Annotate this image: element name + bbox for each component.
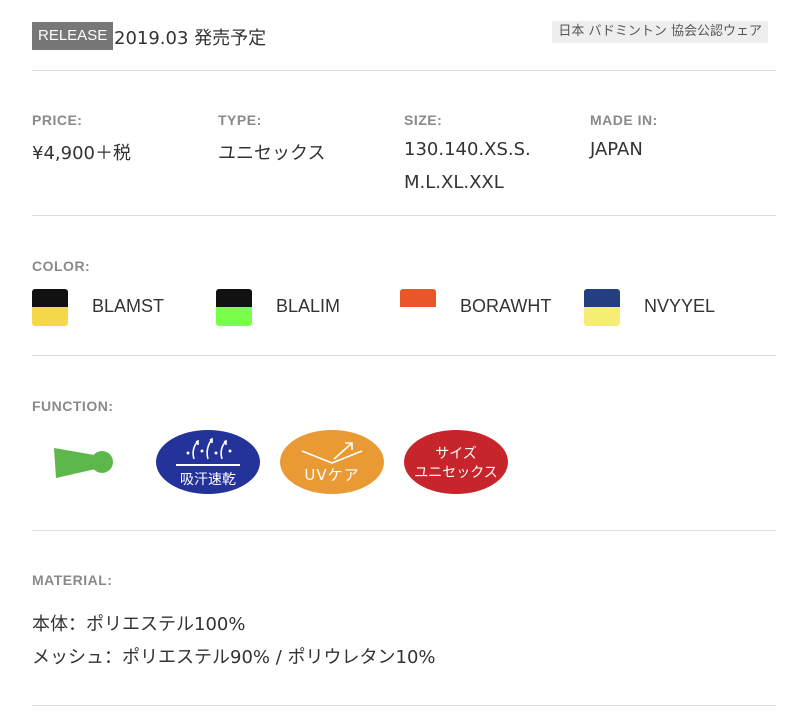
swatch-top [216, 289, 252, 307]
color-swatch-borawht[interactable] [400, 289, 436, 326]
official-certification-tag: 日本 バドミントン 協会公認ウェア [552, 21, 768, 43]
material-label: MATERIAL: [32, 572, 113, 588]
swatch-top [32, 289, 68, 307]
swatch-bottom [32, 307, 68, 326]
color-label: COLOR: [32, 258, 91, 274]
function-label: FUNCTION: [32, 398, 114, 414]
divider [32, 215, 776, 216]
sweat-absorb-quick-dry-icon: 吸汗速乾 [156, 430, 260, 494]
made-in-value: JAPAN [590, 139, 643, 160]
swatch-bottom [400, 307, 436, 326]
size-unisex-text-line1: サイズ [435, 446, 477, 462]
size-value-line1: 130.140.XS.S. [404, 139, 531, 160]
color-name-borawht: BORAWHT [460, 296, 552, 316]
divider [32, 530, 776, 531]
color-name-blamst: BLAMST [92, 296, 165, 316]
made-in-label: MADE IN: [590, 112, 658, 128]
release-date: 2019.03 発売予定 [114, 28, 267, 49]
uv-care-icon: UVケア [280, 430, 384, 494]
price-value: ¥4,900＋税 [32, 143, 131, 164]
size-value-line2: M.L.XL.XXL [404, 172, 504, 193]
swatch-top [400, 289, 436, 307]
swatch-bottom [216, 307, 252, 326]
uv-care-text: UVケア [304, 466, 359, 484]
type-label: TYPE: [218, 112, 262, 128]
color-name-blalim: BLALIM [276, 296, 341, 316]
color-swatch-nvyyel[interactable] [584, 289, 620, 326]
type-value: ユニセックス [218, 143, 326, 164]
price-label: PRICE: [32, 112, 83, 128]
shuttle-icon [54, 448, 113, 478]
material-line-mesh: メッシュ：ポリエステル90% / ポリウレタン10% [32, 647, 436, 668]
color-name-nvyyel: NVYYEL [644, 296, 716, 316]
swatch-top [584, 289, 620, 307]
size-unisex-icon: サイズ ユニセックス [404, 430, 508, 494]
material-line-body: 本体：ポリエステル100% [32, 614, 246, 635]
color-swatch-blamst[interactable] [32, 289, 68, 326]
divider [32, 70, 776, 71]
divider [32, 355, 776, 356]
release-badge: RELEASE [32, 22, 114, 50]
color-swatch-blalim[interactable] [216, 289, 252, 326]
size-label: SIZE: [404, 112, 443, 128]
sweat-absorb-quick-dry-text: 吸汗速乾 [180, 472, 236, 488]
swatch-bottom [584, 307, 620, 326]
size-unisex-text-line2: ユニセックス [414, 465, 498, 481]
divider [32, 705, 776, 706]
